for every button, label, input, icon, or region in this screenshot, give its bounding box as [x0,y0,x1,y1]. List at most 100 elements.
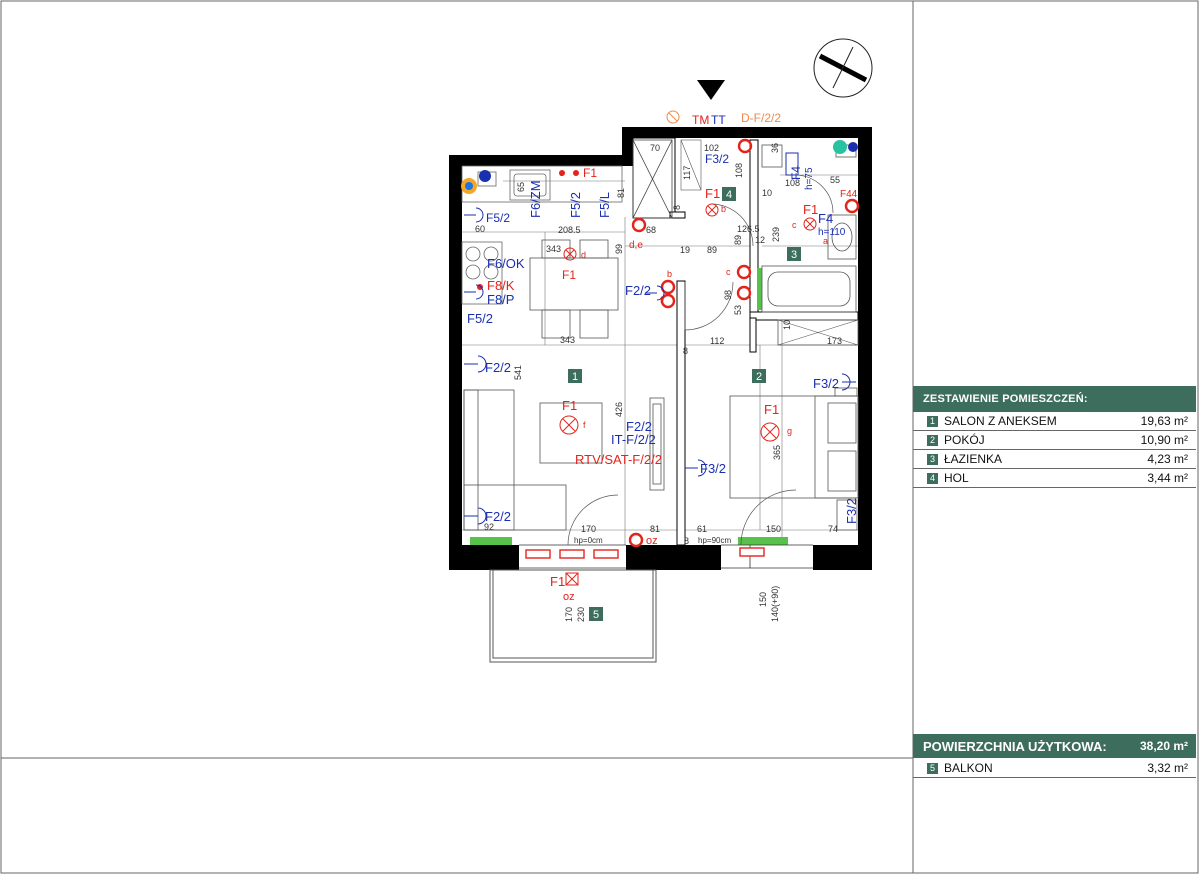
dimension-label: 89 [707,245,717,255]
dimension-label: 140(+90) [770,586,780,622]
dimension-label: 74 [828,524,838,534]
equipment-label: oz [563,591,575,603]
equipment-label: g [787,426,792,436]
equipment-label: F5/L [597,192,612,218]
equipment-label: d,e [629,240,643,251]
equipment-label: F8/K [487,278,515,293]
equipment-label: F3/2 [813,376,839,391]
dimension-label: 150 [758,592,768,607]
balcony-row: 5 BALKON 3,32 m² [913,759,1196,778]
equipment-label: e [559,168,564,178]
equipment-label: F2/2 [485,360,511,375]
dimension-label: 426 [614,402,624,417]
dimension-label: 60 [475,224,485,234]
svg-text:2: 2 [756,371,762,383]
equipment-label: hp=0cm [574,536,603,545]
dimension-label: 81 [616,188,626,198]
dimension-label: 343 [560,335,575,345]
equipment-label: f [583,420,586,430]
svg-text:3: 3 [791,249,797,261]
equipment-label: TT [711,113,726,127]
equipment-label: F6/ZM [528,180,543,218]
dimension-label: 8 [684,536,689,546]
rooms-header: ZESTAWIENIE POMIESZCZEŃ: [913,386,1196,412]
equipment-label: F1 [550,574,565,589]
room-number-badge: 1 [568,369,582,383]
room-row: 3 ŁAZIENKA 4,23 m² [913,450,1196,469]
room-number-badge: 3 [787,247,801,261]
dimension-label: 61 [697,524,707,534]
dimension-label: 365 [772,445,782,460]
dimension-label: 239 [771,227,781,242]
entrance-arrow-icon [697,80,725,100]
equipment-label: c [792,220,797,230]
dimension-label: 55 [830,175,840,185]
dimension-label: 117 [682,166,692,180]
room-name: SALON Z ANEKSEM [944,414,1057,428]
interior-walls [632,137,859,546]
equipment-label: F44 [840,189,858,200]
dimension-label: 70 [650,143,660,153]
door-swings [567,174,834,546]
room-number-badge: 4 [722,187,736,201]
dimension-label: 12 [755,235,765,245]
dimension-label: 541 [513,365,523,380]
room-number-badge: 2 [927,434,938,446]
equipment-label: F4 [818,211,833,226]
dimension-label: 8 [683,346,688,356]
equipment-label: F5/2 [486,211,510,225]
dimension-label: 102 [704,143,719,153]
sofa [463,389,567,531]
dimension-label: 19 [680,245,690,255]
room-area: 3,44 m² [1147,471,1188,485]
no-entry-icon [666,110,680,124]
room-row: 1 SALON Z ANEKSEM 19,63 m² [913,412,1196,431]
equipment-label: F3/2 [844,498,859,524]
equipment-label: F1 [562,398,577,413]
bed [729,387,859,531]
equipment-label: F8/P [487,292,514,307]
room-name: ŁAZIENKA [944,452,1003,466]
equipment-label: h=75 [804,167,815,190]
dimension-label: 10 [782,320,792,330]
equipment-label: F1 [583,166,597,180]
room-number-badge: 1 [927,415,938,427]
dimension-label: 99 [614,244,624,254]
dimension-label: 10 [762,188,772,198]
equipment-label: oz [646,535,658,547]
svg-text:1: 1 [572,371,578,383]
bathroom-vent-icon [833,140,858,154]
dimension-label: 150 [766,524,781,534]
room-row: 4 HOL 3,44 m² [913,469,1196,488]
dimension-label: 208.5 [558,225,581,235]
dimension-label: 108 [785,178,800,188]
dimension-label: 173 [827,336,842,346]
room-area: 10,90 m² [1140,433,1188,447]
equipment-label: b [721,204,726,214]
room-number-badge: 2 [752,369,766,383]
total-area-label: POWIERZCHNIA UŻYTKOWA: [923,738,1107,754]
dimension-label: 343 [546,244,561,254]
equipment-label: TM [692,113,709,127]
room-name: POKÓJ [944,433,985,447]
dimension-label: 170 [581,524,596,534]
equipment-label: F5/2 [568,192,583,218]
equipment-label: F1 [764,402,779,417]
room-area: 3,32 m² [1147,761,1188,775]
dimension-label: 89 [733,235,743,245]
dimension-label: 53 [733,305,743,315]
dimension-label: 98 [723,290,733,300]
north-arrow-icon [813,38,873,98]
svg-text:5: 5 [593,609,599,621]
room-area: 19,63 m² [1140,414,1188,428]
room-number-badge: 4 [927,472,938,484]
equipment-label: D-F/2/2 [741,111,781,125]
room-name: HOL [944,471,969,485]
hol-closet [680,139,702,191]
equipment-label: a [823,236,828,246]
dimension-label: 8 [672,205,682,210]
dimension-label: 92 [484,522,494,532]
equipment-label: F6/OK [487,256,525,271]
room-row: 2 POKÓJ 10,90 m² [913,431,1196,450]
equipment-label: F5/2 [467,311,493,326]
